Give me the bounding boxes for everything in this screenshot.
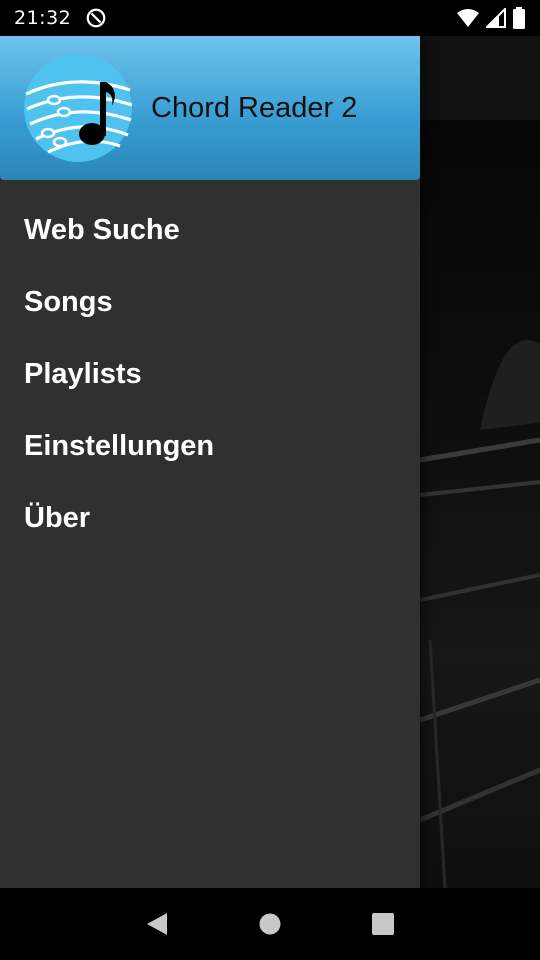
app-screen: 21:32 Chord Reader 2 Web Suche Songs Pla… <box>0 0 540 960</box>
home-icon <box>259 913 281 935</box>
navigation-drawer: Chord Reader 2 Web Suche Songs Playlists… <box>0 36 420 888</box>
music-note-logo-icon <box>24 54 132 162</box>
menu-item-label: Einstellungen <box>24 429 215 462</box>
drawer-header: Chord Reader 2 <box>0 36 420 180</box>
menu-item-songs[interactable]: Songs <box>0 266 420 338</box>
menu-item-einstellungen[interactable]: Einstellungen <box>0 410 420 482</box>
menu-item-label: Songs <box>24 285 113 318</box>
menu-item-web-suche[interactable]: Web Suche <box>0 194 420 266</box>
status-bar: 21:32 <box>0 0 540 36</box>
home-button[interactable] <box>250 904 290 944</box>
menu-item-playlists[interactable]: Playlists <box>0 338 420 410</box>
system-navigation-bar <box>0 888 540 960</box>
battery-icon <box>513 7 525 29</box>
app-title: Chord Reader 2 <box>151 91 358 124</box>
recents-button[interactable] <box>363 904 403 944</box>
back-icon <box>146 913 167 935</box>
drawer-menu: Web Suche Songs Playlists Einstellungen … <box>0 180 420 554</box>
menu-item-label: Web Suche <box>24 213 180 246</box>
recents-icon <box>372 913 395 935</box>
menu-item-label: Über <box>24 501 91 534</box>
menu-item-label: Playlists <box>24 357 142 390</box>
at-sign-icon <box>86 8 106 28</box>
status-time: 21:32 <box>14 7 72 29</box>
menu-item-ueber[interactable]: Über <box>0 482 420 554</box>
signal-icon <box>486 8 506 28</box>
wifi-icon <box>457 9 479 27</box>
status-icons <box>456 7 526 29</box>
back-button[interactable] <box>137 904 177 944</box>
